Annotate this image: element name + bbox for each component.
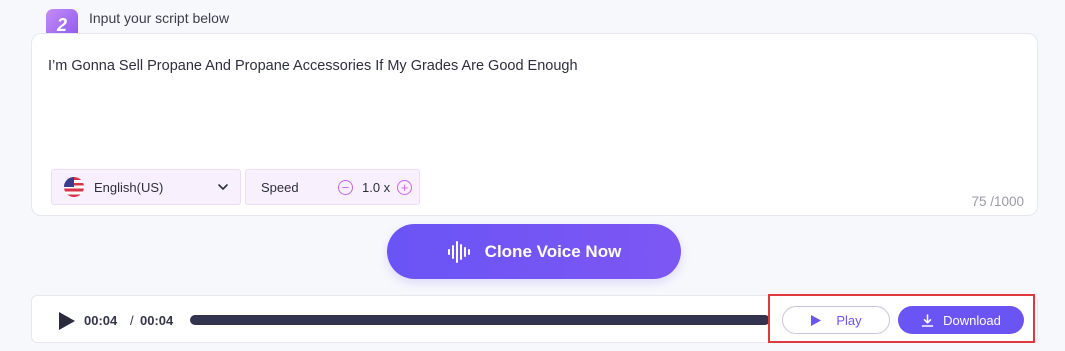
speed-control: Speed − 1.0 x + [245,169,420,205]
script-input-card[interactable]: I’m Gonna Sell Propane And Propane Acces… [31,33,1038,216]
progress-bar[interactable] [190,315,770,325]
sound-wave-icon [447,240,470,263]
us-flag-icon [64,177,84,197]
play-label: Play [836,312,862,328]
step-title: Input your script below [89,10,230,26]
clone-voice-button[interactable]: Clone Voice Now [387,224,681,279]
speed-decrease-button[interactable]: − [338,179,353,195]
chevron-down-icon [218,184,228,190]
play-icon [811,314,822,326]
download-icon [921,313,934,327]
character-count: 75 /1000 [971,194,1024,209]
download-label: Download [943,312,1001,328]
current-time: 00:04 [84,313,118,328]
speed-label: Speed [261,179,299,195]
play-icon[interactable] [58,311,76,331]
language-label: English(US) [94,179,164,195]
clone-voice-label: Clone Voice Now [484,241,622,261]
time-separator: / [130,313,134,328]
script-textarea[interactable]: I’m Gonna Sell Propane And Propane Acces… [48,58,578,74]
download-button[interactable]: Download [898,306,1024,334]
language-select[interactable]: English(US) [51,169,241,205]
total-time: 00:04 [140,313,174,328]
speed-value: 1.0 x [362,179,391,195]
speed-increase-button[interactable]: + [397,179,413,195]
play-button[interactable]: Play [782,306,890,334]
